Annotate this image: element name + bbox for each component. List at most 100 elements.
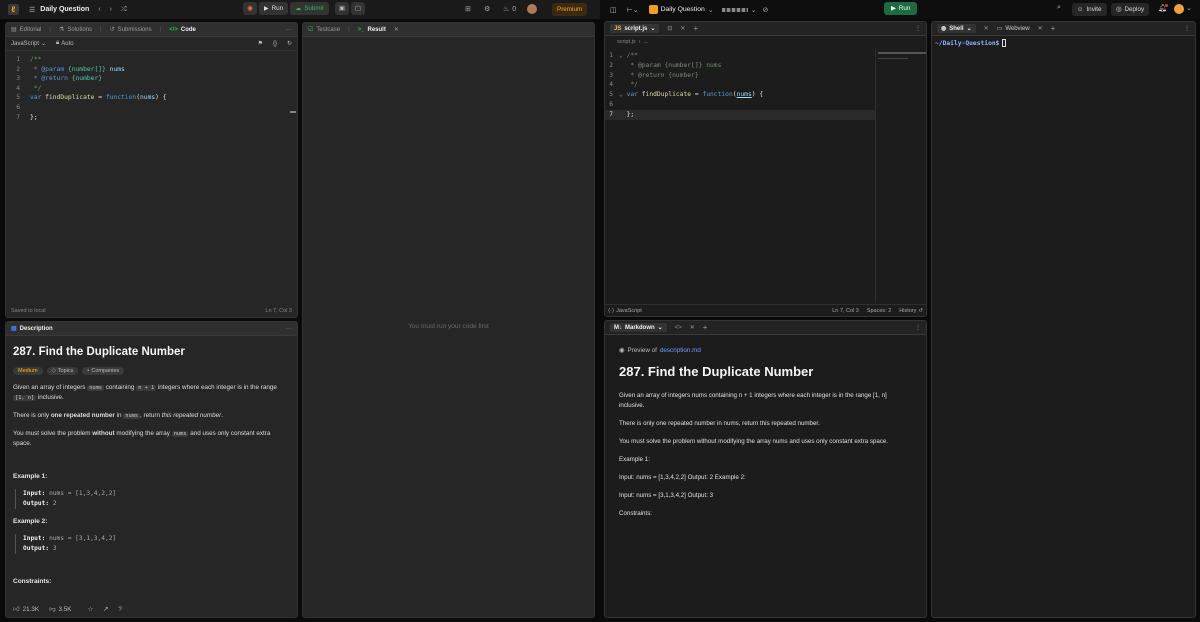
like-button[interactable]: 👍︎ 21.3K (13, 605, 39, 614)
script-editor-panel: JS script.js ⌄ ⊡ ✕ + ⋮ script.js › ... 1… (604, 21, 927, 317)
indent-setting[interactable]: Spaces: 2 (867, 308, 891, 314)
more-vertical-icon[interactable]: ⋮ (915, 324, 921, 331)
close-icon[interactable]: ✕ (394, 26, 399, 33)
code-line: 2 * @param {number[]} nums (16, 65, 125, 73)
tab-code[interactable]: </> Code (169, 27, 196, 33)
settings-icon[interactable]: ⚙ (484, 5, 490, 13)
prev-problem-icon[interactable]: ‹ (98, 6, 100, 13)
sidebar-toggle-icon[interactable]: ◫ (610, 6, 617, 14)
next-problem-icon[interactable]: › (110, 6, 112, 13)
add-tab-icon[interactable]: + (703, 323, 708, 332)
tab-markdown[interactable]: M↓ Markdown ⌄ (610, 323, 667, 332)
help-icon[interactable]: ? (118, 606, 122, 613)
notes-button[interactable]: ▣ (334, 2, 349, 15)
tab-shell[interactable]: ◍ Shell ⌄ (937, 24, 976, 33)
code-icon: ⟨·⟩ (608, 307, 615, 314)
problem-list-title[interactable]: Daily Question (40, 6, 89, 13)
layout-icon[interactable]: ⊞ (465, 5, 471, 13)
more-vertical-icon[interactable]: ⋮ (1184, 25, 1190, 32)
invite-button[interactable]: ☺ Invite (1072, 3, 1107, 16)
debug-button[interactable]: ◉ (243, 2, 257, 15)
shell-panel: ◍ Shell ⌄ ✕ ▭ Webview ✕ + ⋮ ~/Daily-Ques… (931, 21, 1196, 618)
tab-solutions[interactable]: ⚗ Solutions (59, 26, 92, 34)
tab-editorial[interactable]: ▤ Editorial (11, 26, 41, 34)
submit-button[interactable]: ☁ Submit (290, 2, 329, 15)
add-tab-icon[interactable]: + (693, 24, 698, 33)
run-button[interactable]: ▶ Run (259, 2, 289, 15)
more-icon[interactable]: ··· (286, 326, 292, 332)
auto-toggle[interactable]: 🔒︎ Auto (56, 40, 74, 47)
problem-list-icon[interactable]: ☰ (29, 6, 35, 14)
code-line: 2 * @param {number[]} nums (609, 61, 722, 69)
replit-run-button[interactable]: ▶ Run (884, 2, 918, 15)
shuffle-icon[interactable]: ⤮ (121, 6, 127, 14)
avatar[interactable] (1174, 4, 1184, 14)
share-icon[interactable]: ↗ (103, 606, 108, 613)
project-menu-icon[interactable]: ⊢⌄ (627, 6, 639, 14)
add-tab-icon[interactable]: + (1051, 24, 1056, 33)
braces-icon[interactable]: {} (273, 41, 277, 47)
close-icon[interactable]: ✕ (680, 25, 685, 32)
user-plus-icon: ☺ (1077, 6, 1084, 13)
paragraph: You must solve the problem without modif… (13, 430, 271, 447)
history-button[interactable]: History ↺ (899, 308, 923, 314)
scroll-marker (290, 111, 296, 113)
deploy-button[interactable]: ◎ Deploy (1111, 3, 1150, 16)
hidden-eye-icon[interactable]: ⊘ (763, 6, 769, 14)
markdown-icon: M↓ (614, 324, 622, 331)
chevron-down-icon[interactable]: ⌄ (1186, 4, 1192, 12)
history-icon: ↺ (109, 27, 115, 33)
chevron-down-icon: ⌄ (966, 26, 972, 32)
bookmark-icon[interactable]: ⚑ (258, 40, 263, 47)
search-icon[interactable]: ⌕ (1057, 4, 1061, 12)
close-icon[interactable]: ✕ (984, 25, 989, 32)
script-code-editor[interactable]: 1 ⌄ /** 2 * @param {number[]} nums 3 * @r… (605, 51, 875, 120)
avatar[interactable] (527, 4, 537, 14)
streak[interactable]: ♨ 0 (503, 5, 516, 14)
monitor-icon: ▭ (996, 26, 1003, 32)
code-view-icon[interactable]: <> (675, 325, 682, 331)
code-line: 4 */ (609, 81, 638, 89)
premium-button[interactable]: Premium (552, 3, 588, 16)
progress-indicator (721, 7, 748, 12)
companies-button[interactable]: ▪ Companies (82, 367, 125, 375)
language-indicator[interactable]: ⟨·⟩ JavaScript (608, 308, 642, 314)
constraints-title: Constraints: (13, 578, 52, 585)
tab-webview[interactable]: ▭ Webview (996, 25, 1030, 33)
close-icon[interactable]: ✕ (1038, 25, 1043, 32)
code-line: 7}; (16, 113, 38, 121)
whiteboard-button[interactable]: ▢ (350, 2, 365, 15)
more-vertical-icon[interactable]: ⋮ (915, 25, 921, 32)
result-panel: ☑ Testcase | >_ Result ✕ You must run your… (302, 22, 595, 618)
repl-title[interactable]: Daily Question ⌄ (648, 5, 714, 14)
preview-file-link[interactable]: description.md (660, 347, 701, 354)
more-icon[interactable]: ··· (286, 27, 292, 33)
chevron-down-icon: ⌄ (41, 41, 47, 47)
tab-result[interactable]: >_ Result (358, 27, 386, 33)
tab-script-js[interactable]: JS script.js ⌄ (610, 24, 660, 33)
code-line: 3 * @return {number} (16, 75, 103, 83)
problem-title[interactable]: 287. Find the Duplicate Number (13, 346, 290, 358)
code-line: 7 }; (605, 109, 875, 120)
code-line: 6 (609, 100, 613, 108)
topics-button[interactable]: ◇ Topics (46, 367, 79, 375)
chevron-down-icon[interactable]: ⌄ (751, 6, 757, 14)
language-select[interactable]: JavaScript ⌄ (11, 40, 47, 48)
code-line: 1/** (16, 56, 42, 63)
reset-icon[interactable]: ↻ (287, 40, 292, 47)
minimap (875, 48, 926, 303)
leetcode-logo-icon[interactable]: ℓ (8, 4, 19, 15)
shell-terminal[interactable]: ~/Daily-Question$ (932, 36, 1195, 50)
description-footer: 👍︎ 21.3K 👎︎ 3.5K ☆ ↗ ? (6, 601, 297, 617)
split-view-icon[interactable]: ⊡ (667, 25, 672, 32)
close-icon[interactable]: ✕ (690, 324, 695, 331)
code-editor[interactable]: 1/** 2 * @param {number[]} nums 3 * @ret… (6, 51, 297, 122)
star-icon[interactable]: ☆ (87, 606, 93, 613)
tab-description[interactable]: ▤ Description (11, 325, 53, 333)
tab-submissions[interactable]: ↺ Submissions (109, 26, 152, 34)
tab-testcase[interactable]: ☑ Testcase (308, 26, 340, 34)
example-1-title: Example 1: (13, 473, 48, 480)
chevron-down-icon: ⌄ (707, 6, 714, 14)
dislike-button[interactable]: 👎︎ 3.5K (49, 605, 71, 614)
cursor-position[interactable]: Ln 7, Col 3 (832, 308, 859, 314)
